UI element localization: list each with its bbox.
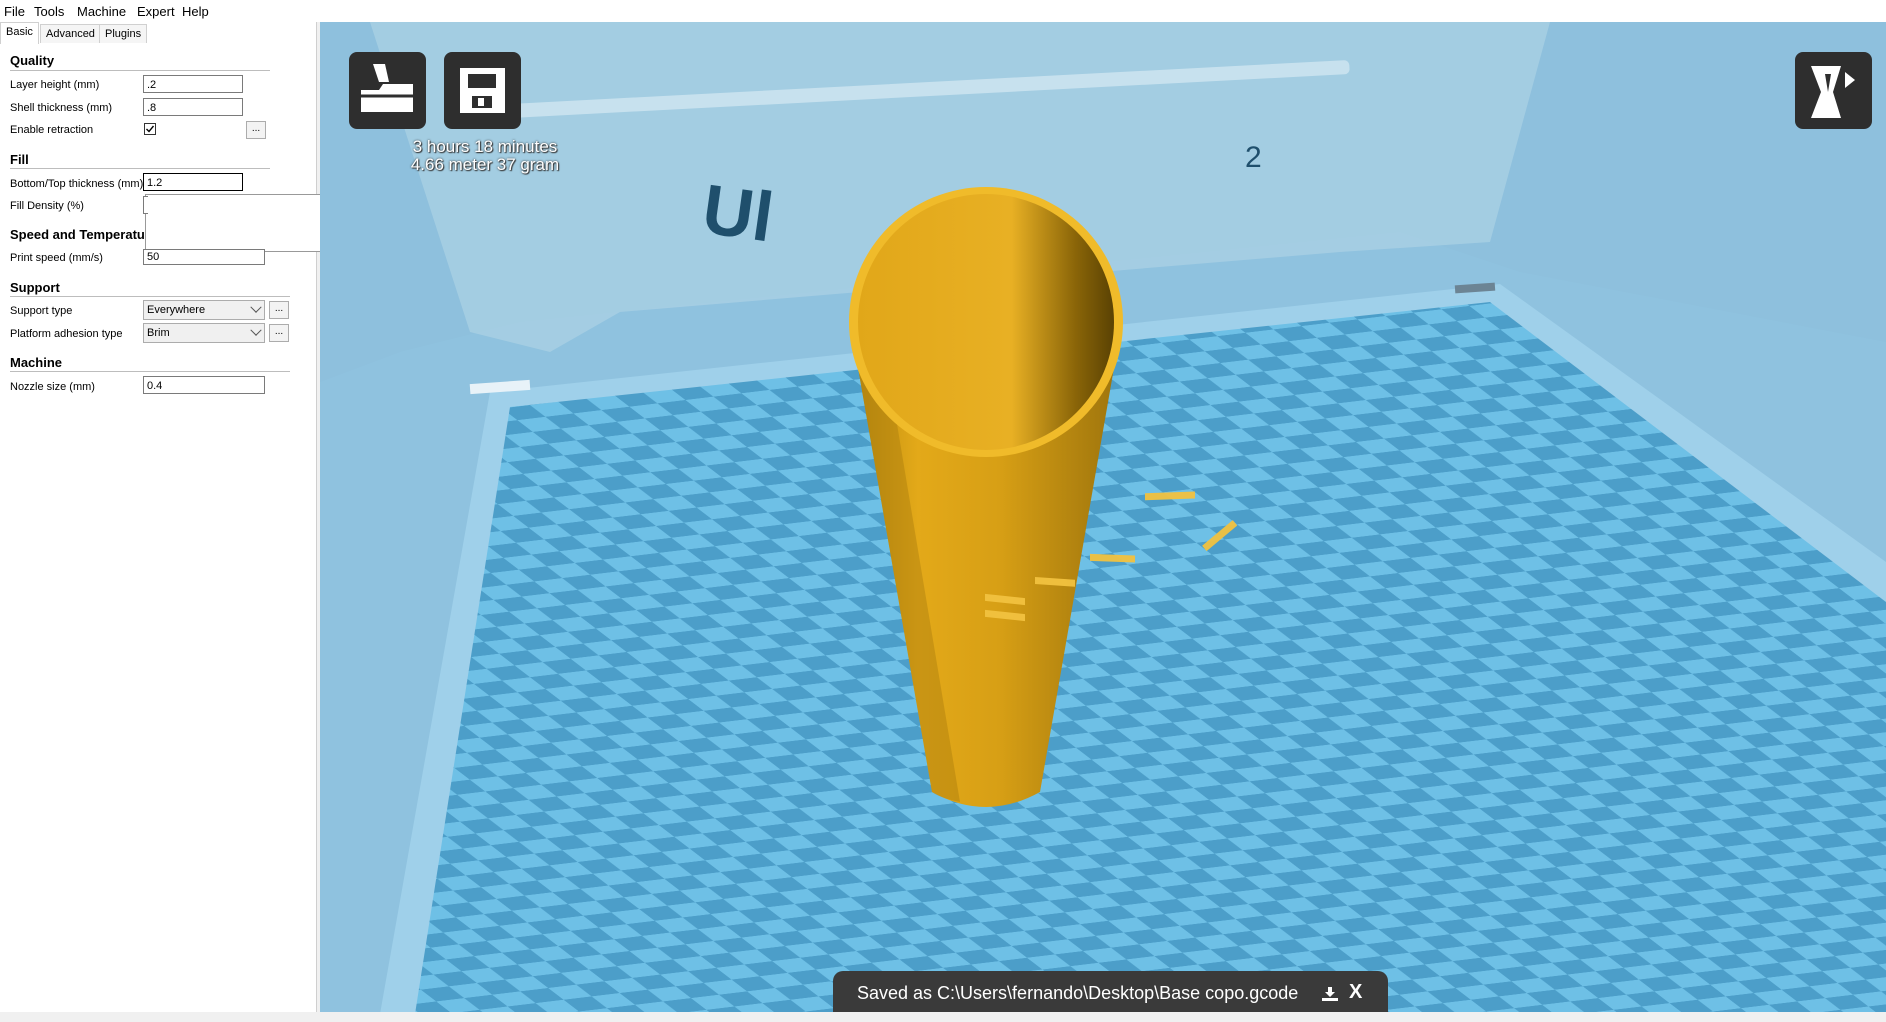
support-type-label: Support type xyxy=(10,305,73,317)
save-message: Saved as C:\Users\fernando\Desktop\Base … xyxy=(857,983,1299,1003)
enable-retraction-label: Enable retraction xyxy=(10,124,94,136)
platform-adhesion-label: Platform adhesion type xyxy=(10,328,123,340)
view-mode-button[interactable] xyxy=(1795,52,1872,129)
adhesion-more-button[interactable]: ... xyxy=(269,324,289,342)
menu-help[interactable]: Help xyxy=(182,4,209,19)
support-type-value: Everywhere xyxy=(147,304,206,316)
svg-text:Ul: Ul xyxy=(698,170,778,257)
tab-basic[interactable]: Basic xyxy=(0,22,39,44)
section-speed-temperature: Speed and Temperatu xyxy=(10,227,145,242)
section-divider xyxy=(10,70,270,71)
section-divider xyxy=(10,371,290,372)
tab-advanced[interactable]: Advanced xyxy=(40,24,101,43)
menu-expert[interactable]: Expert xyxy=(137,4,175,19)
fill-density-label: Fill Density (%) xyxy=(10,200,84,212)
chevron-down-icon xyxy=(250,301,262,313)
platform-adhesion-value: Brim xyxy=(147,327,170,339)
retraction-more-button[interactable]: ... xyxy=(246,121,266,139)
print-material: 4.66 meter 37 gram xyxy=(410,155,560,174)
support-type-select[interactable]: Everywhere xyxy=(143,300,265,320)
section-support: Support xyxy=(10,280,60,295)
section-machine: Machine xyxy=(10,355,63,370)
nozzle-size-label: Nozzle size (mm) xyxy=(10,381,95,393)
chevron-down-icon xyxy=(250,324,262,336)
shell-thickness-label: Shell thickness (mm) xyxy=(10,102,113,114)
close-notification-button[interactable]: X xyxy=(1349,981,1362,1004)
section-fill: Fill xyxy=(10,152,29,167)
section-divider xyxy=(10,296,290,297)
menu-machine[interactable]: Machine xyxy=(77,4,126,19)
svg-text:2: 2 xyxy=(1245,141,1262,174)
layer-height-label: Layer height (mm) xyxy=(10,79,100,91)
save-toolpath-icon xyxy=(460,68,505,113)
view-mode-icon xyxy=(1811,66,1855,118)
load-model-button[interactable] xyxy=(349,52,426,129)
bottom-top-thickness-label: Bottom/Top thickness (mm) xyxy=(10,178,144,190)
settings-tabs: Basic Advanced Plugins xyxy=(0,22,316,44)
checkmark-icon xyxy=(146,125,155,133)
nozzle-size-input[interactable]: 0.4 xyxy=(143,376,265,394)
menu-tools[interactable]: Tools xyxy=(34,4,64,19)
shell-thickness-input[interactable]: .8 xyxy=(143,98,243,116)
menu-bar: File Tools Machine Expert Help xyxy=(0,0,1886,22)
settings-panel xyxy=(0,22,317,1012)
section-quality: Quality xyxy=(10,53,55,68)
support-more-button[interactable]: ... xyxy=(269,301,289,319)
3d-viewport[interactable]: Ul 2 3 hours 18 minutes 4.66 meter 37 gr… xyxy=(320,22,1886,1014)
save-notification: Saved as C:\Users\fernando\Desktop\Base … xyxy=(833,971,1388,1014)
load-model-icon xyxy=(361,64,413,112)
menu-file[interactable]: File xyxy=(4,4,25,19)
save-toolpath-button[interactable] xyxy=(444,52,521,129)
sd-card-icon[interactable] xyxy=(1321,986,1339,1002)
print-time: 3 hours 18 minutes xyxy=(412,137,558,156)
status-bar xyxy=(0,1012,1886,1022)
fill-density-input[interactable] xyxy=(143,196,148,214)
enable-retraction-checkbox[interactable] xyxy=(144,123,156,135)
platform-adhesion-select[interactable]: Brim xyxy=(143,323,265,343)
section-divider xyxy=(10,168,270,169)
bottom-top-thickness-input[interactable]: 1.2 xyxy=(143,173,243,191)
layer-height-input[interactable]: .2 xyxy=(143,75,243,93)
print-speed-label: Print speed (mm/s) xyxy=(10,252,103,264)
print-speed-input[interactable]: 50 xyxy=(143,249,265,265)
tab-plugins[interactable]: Plugins xyxy=(99,24,148,43)
